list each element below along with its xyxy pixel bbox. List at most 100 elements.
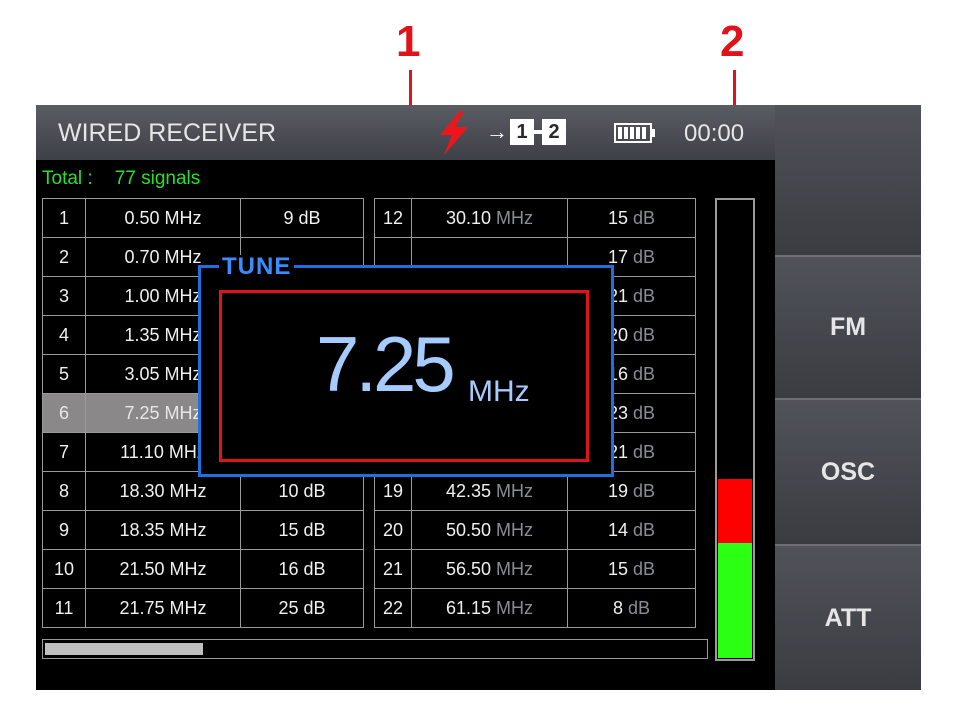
cell-unit: dB (628, 597, 651, 618)
cell-number: 7.25 (124, 402, 160, 423)
table-row[interactable]: 8 18.30 MHz 10 dB (42, 471, 364, 511)
side-button-blank[interactable] (775, 105, 921, 255)
channel-link (534, 130, 542, 134)
cell-frequency: 0.50 MHz (85, 198, 241, 238)
cell-unit: dB (633, 285, 656, 306)
cell-index: 21 (374, 549, 412, 589)
table-row[interactable]: 10 21.50 MHz 16 dB (42, 549, 364, 589)
cell-index: 6 (42, 393, 86, 433)
cell-index: 11 (42, 588, 86, 628)
cell-level: 15 dB (567, 549, 696, 589)
cell-index: 4 (42, 315, 86, 355)
cell-number: 0.70 (124, 246, 160, 267)
cell-unit: MHz (169, 558, 207, 579)
cell-unit: MHz (496, 207, 534, 228)
cell-level: 10 dB (240, 471, 364, 511)
osc-button[interactable]: OSC (775, 398, 921, 544)
fm-button[interactable]: FM (775, 255, 921, 398)
cell-frequency: 30.10 MHz (411, 198, 568, 238)
cell-number: 50.50 (445, 519, 492, 540)
cell-unit: dB (633, 558, 656, 579)
cell-index: 20 (374, 510, 412, 550)
att-button[interactable]: ATT (775, 544, 921, 690)
channel-arrow: → (486, 119, 508, 144)
table-row[interactable]: 20 50.50 MHz 14 dB (374, 510, 696, 550)
table-row[interactable]: 21 56.50 MHz 15 dB (374, 549, 696, 589)
cell-unit: MHz (496, 597, 534, 618)
cell-unit: MHz (169, 597, 207, 618)
cell-number: 21.50 (119, 558, 165, 579)
table-row[interactable]: 11 21.75 MHz 25 dB (42, 588, 364, 628)
channel-box-b: 2 (542, 119, 566, 145)
cell-unit: dB (633, 324, 656, 345)
page: 1 2 WIRED RECEIVER → 1 2 00:00 Total: 7… (0, 0, 953, 712)
cell-level: 15 dB (240, 510, 364, 550)
cell-number: 8 (612, 597, 623, 618)
cell-unit: dB (633, 519, 656, 540)
cell-index: 10 (42, 549, 86, 589)
cell-index: 3 (42, 276, 86, 316)
channel-box-a: 1 (510, 119, 534, 145)
horizontal-scrollbar[interactable] (42, 639, 708, 659)
cell-unit: MHz (169, 519, 207, 540)
cell-unit: dB (298, 207, 321, 228)
app-title: WIRED RECEIVER (58, 119, 277, 147)
cell-unit: MHz (496, 519, 534, 540)
cell-number: 14 (607, 519, 628, 540)
table-row[interactable]: 9 18.35 MHz 15 dB (42, 510, 364, 550)
level-red-segment (718, 479, 752, 543)
cell-frequency: 56.50 MHz (411, 549, 568, 589)
cell-frequency: 61.15 MHz (411, 588, 568, 628)
cell-number: 61.15 (445, 597, 492, 618)
cell-number: 18.30 (119, 480, 165, 501)
cell-unit: dB (633, 480, 656, 501)
scrollbar-thumb[interactable] (45, 643, 203, 655)
total-label: Total : (42, 168, 93, 189)
cell-level: 9 dB (240, 198, 364, 238)
cell-number: 18.35 (119, 519, 165, 540)
cell-level: 15 dB (567, 198, 696, 238)
cell-level: 8 dB (567, 588, 696, 628)
cell-index: 1 (42, 198, 86, 238)
cell-index: 22 (374, 588, 412, 628)
cell-number: 3.05 (124, 363, 160, 384)
table-row[interactable]: 12 30.10 MHz 15 dB (374, 198, 696, 238)
cell-unit: MHz (164, 285, 202, 306)
callout-1-label: 1 (396, 17, 421, 66)
cell-unit: dB (633, 402, 656, 423)
cell-number: 16 (278, 558, 299, 579)
side-button-panel: FM OSC ATT (775, 105, 921, 690)
cell-unit: dB (303, 597, 326, 618)
cell-frequency: 21.75 MHz (85, 588, 241, 628)
callout-2-label: 2 (720, 17, 745, 66)
tune-dialog: TUNE 7.25 MHz (198, 255, 614, 477)
cell-unit: dB (633, 246, 656, 267)
cell-number: 15 (607, 558, 628, 579)
cell-frequency: 18.30 MHz (85, 471, 241, 511)
cell-unit: MHz (496, 558, 534, 579)
cell-number: 0.50 (124, 207, 160, 228)
cell-unit: dB (633, 363, 656, 384)
cell-number: 15 (278, 519, 299, 540)
cell-number: 1.35 (124, 324, 160, 345)
lightning-bolt-icon (440, 111, 468, 155)
signal-level-meter (715, 198, 755, 661)
table-row[interactable]: 19 42.35 MHz 19 dB (374, 471, 696, 511)
cell-level: 14 dB (567, 510, 696, 550)
cell-index: 7 (42, 432, 86, 472)
tune-frequency-box[interactable]: 7.25 MHz (219, 290, 589, 462)
cell-index: 19 (374, 471, 412, 511)
cell-unit: MHz (164, 363, 202, 384)
cell-number: 11.10 (120, 441, 164, 462)
cell-unit: dB (303, 519, 326, 540)
cell-number: 17 (607, 246, 628, 267)
channel-1-2-icon: → 1 2 (486, 118, 566, 146)
level-green-segment (718, 543, 752, 658)
clock: 00:00 (684, 120, 745, 147)
table-row[interactable]: 1 0.50 MHz 9 dB (42, 198, 364, 238)
cell-number: 21.75 (119, 597, 165, 618)
cell-unit: dB (633, 207, 656, 228)
cell-unit: MHz (164, 246, 202, 267)
cell-unit: dB (303, 558, 326, 579)
table-row[interactable]: 22 61.15 MHz 8 dB (374, 588, 696, 628)
